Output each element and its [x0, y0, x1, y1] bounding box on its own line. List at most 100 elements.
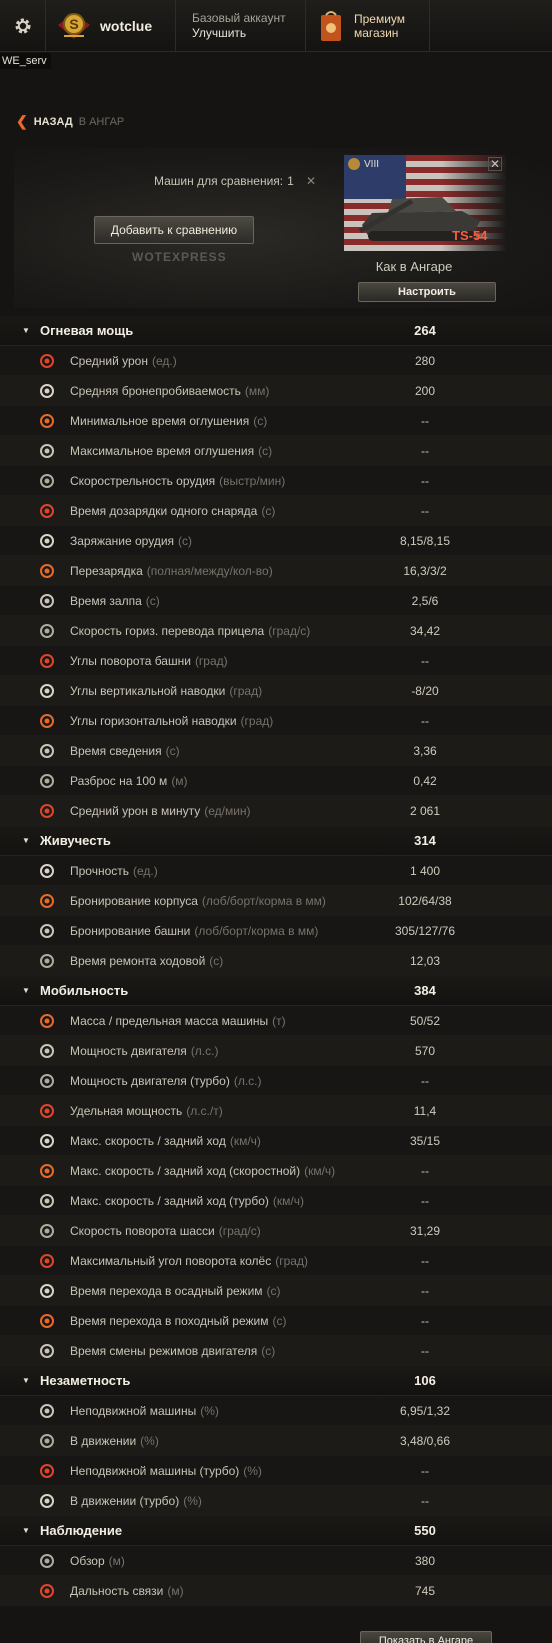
category-name: Мобильность — [40, 983, 129, 998]
configure-button[interactable]: Настроить — [358, 282, 496, 302]
clear-compare-icon[interactable]: ✕ — [306, 174, 316, 188]
stat-row: Время смены режимов двигателя (с) -- — [0, 1336, 552, 1366]
stat-name: Дальность связи (м) — [70, 1584, 184, 1598]
camo-still-turbo-icon — [36, 1460, 58, 1482]
stat-label: Углы горизонтальной наводки — [70, 713, 237, 728]
top-bar: S wotclue Базовый аккаунт Улучшить Преми… — [0, 0, 552, 52]
tier-badge: VIII — [348, 158, 379, 170]
category-row[interactable]: ▼ Живучесть 314 — [0, 826, 552, 856]
tank-name: TS-54 — [452, 228, 488, 243]
stat-unit: (км/ч) — [229, 1133, 261, 1148]
aim-time-icon — [36, 740, 58, 762]
stat-row: Удельная мощность (л.с./т) 11,4 — [0, 1096, 552, 1126]
stat-value: -- — [421, 413, 429, 428]
stat-unit: (выстр/мин) — [219, 473, 286, 488]
camo-moving-turbo-icon — [36, 1490, 58, 1512]
stat-unit: (с) — [145, 593, 160, 608]
stat-value: 3,48/0,66 — [399, 1433, 451, 1448]
add-to-compare-button[interactable]: Добавить к сравнению — [94, 216, 254, 244]
user-profile[interactable]: S wotclue — [46, 0, 176, 51]
stat-unit: (м) — [167, 1583, 184, 1598]
stat-value: 305/127/76 — [394, 923, 456, 938]
category-score: 550 — [414, 1523, 436, 1538]
penetration-icon — [36, 380, 58, 402]
tank-image: VIII ✕ TS-54 — [344, 155, 506, 251]
stat-name: Бронирование башни (лоб/борт/корма в мм) — [70, 924, 318, 938]
stat-name: Средний урон (ед.) — [70, 354, 177, 368]
collapse-arrow-icon[interactable]: ▼ — [22, 326, 30, 335]
stat-value: -- — [421, 473, 429, 488]
collapse-arrow-icon[interactable]: ▼ — [22, 1526, 30, 1535]
stat-name: Макс. скорость / задний ход (турбо) (км/ч… — [70, 1194, 304, 1208]
stat-label: Углы вертикальной наводки — [70, 683, 226, 698]
tank-class-icon — [348, 158, 360, 170]
stat-unit: (%) — [200, 1403, 219, 1418]
back-button[interactable]: ❮ НАЗАД В АНГАР — [16, 113, 124, 130]
stat-unit: (т) — [272, 1013, 286, 1028]
speed-limits-icon — [36, 1130, 58, 1152]
stat-label: Макс. скорость / задний ход — [70, 1133, 226, 1148]
stat-row: Скорострельность орудия (выстр/мин) -- — [0, 466, 552, 496]
stat-unit: (л.с.) — [190, 1043, 219, 1058]
stat-label: Время смены режимов двигателя — [70, 1343, 258, 1358]
category-name: Наблюдение — [40, 1523, 123, 1538]
stat-row: Время дозарядки одного снаряда (с) -- — [0, 496, 552, 526]
repair-time-icon — [36, 950, 58, 972]
wheel-angle-icon — [36, 1250, 58, 1272]
category-group: Прочность (ед.) 1 400 Бронирование корпуса(… — [0, 856, 552, 976]
category-row[interactable]: ▼ Огневая мощь 264 — [0, 316, 552, 346]
category-group: Средний урон (ед.) 280 Средняя бронепробива… — [0, 346, 552, 826]
compare-count-value: 1 — [287, 174, 294, 188]
stat-label: Время перехода в осадный режим — [70, 1283, 263, 1298]
collapse-arrow-icon[interactable]: ▼ — [22, 986, 30, 995]
category-row[interactable]: ▼ Незаметность 106 — [0, 1366, 552, 1396]
stat-name: Время ремонта ходовой (с) — [70, 954, 223, 968]
stat-unit: (%) — [140, 1433, 159, 1448]
settings-button[interactable] — [0, 0, 46, 51]
stat-name: Прочность (ед.) — [70, 864, 158, 878]
stat-name: Неподвижной машины (турбо) (%) — [70, 1464, 262, 1478]
stat-row: Время сведения (с) 3,36 — [0, 736, 552, 766]
category-score: 314 — [414, 833, 436, 848]
stat-value: 35/15 — [409, 1133, 441, 1148]
stat-unit: (град) — [240, 713, 274, 728]
premium-shop-button[interactable]: Премиум магазин — [306, 0, 430, 51]
stat-label: Время сведения — [70, 743, 162, 758]
collapse-arrow-icon[interactable]: ▼ — [22, 1376, 30, 1385]
collapse-arrow-icon[interactable]: ▼ — [22, 836, 30, 845]
turret-armor-icon — [36, 920, 58, 942]
account-status[interactable]: Базовый аккаунт Улучшить — [176, 0, 306, 51]
stat-unit: (м) — [171, 773, 188, 788]
category-row[interactable]: ▼ Наблюдение 550 — [0, 1516, 552, 1546]
stat-value: -- — [421, 443, 429, 458]
stat-name: Мощность двигателя (турбо) (л.с.) — [70, 1074, 262, 1088]
stat-value: 34,42 — [409, 623, 441, 638]
show-in-hangar-button[interactable]: Показать в Ангаре — [360, 1631, 492, 1643]
hitpoints-icon — [36, 860, 58, 882]
stat-value: 2 061 — [409, 803, 441, 818]
category-row[interactable]: ▼ Мобильность 384 — [0, 976, 552, 1006]
stat-name: В движении (%) — [70, 1434, 159, 1448]
stat-value: -- — [421, 1463, 429, 1478]
stat-label: Время ремонта ходовой — [70, 953, 206, 968]
stat-value: -- — [421, 713, 429, 728]
premium-line1: Премиум — [354, 11, 406, 26]
upgrade-link[interactable]: Улучшить — [192, 26, 246, 41]
stat-label: В движении (турбо) — [70, 1493, 180, 1508]
stat-value: -- — [421, 503, 429, 518]
stat-name: Время перехода в походный режим (с) — [70, 1314, 286, 1328]
chevron-left-icon: ❮ — [16, 113, 28, 129]
stat-value: 280 — [414, 353, 436, 368]
stat-name: Углы поворота башни (град) — [70, 654, 228, 668]
stat-row: Неподвижной машины (%) 6,95/1,32 — [0, 1396, 552, 1426]
chassis-rotation-icon — [36, 1220, 58, 1242]
speed-fast-icon — [36, 1160, 58, 1182]
category-score: 264 — [414, 323, 436, 338]
stat-row: Время перехода в осадный режим (с) -- — [0, 1276, 552, 1306]
stat-value: 570 — [414, 1043, 436, 1058]
stat-unit: (с) — [261, 503, 276, 518]
remove-tank-icon[interactable]: ✕ — [488, 157, 502, 171]
stat-row: Средний урон в минуту (ед/мин) 2 061 — [0, 796, 552, 826]
stat-name: Макс. скорость / задний ход (скоростной)… — [70, 1164, 335, 1178]
stat-label: Средний урон в минуту — [70, 803, 201, 818]
